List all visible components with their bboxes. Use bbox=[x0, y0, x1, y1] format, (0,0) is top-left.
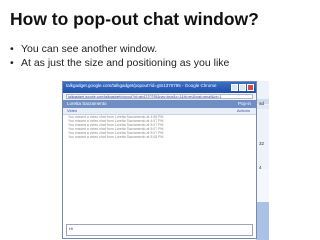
bullet-dot-icon: • bbox=[10, 57, 14, 69]
chat-input[interactable]: Hi bbox=[66, 224, 253, 236]
maximize-icon[interactable] bbox=[239, 84, 246, 91]
actions-menu[interactable]: Actions bbox=[237, 108, 250, 113]
background-label: 4 bbox=[259, 165, 262, 170]
bullet-text: You can see another window. bbox=[21, 43, 158, 55]
chat-contact-name: Loretta Sacramento bbox=[67, 101, 107, 106]
minimize-icon[interactable] bbox=[231, 84, 238, 91]
message-list: You missed a video chat from Loretta Sac… bbox=[68, 115, 251, 140]
chat-message: You missed a video chat from Loretta Sac… bbox=[68, 135, 164, 140]
video-button[interactable]: Video bbox=[67, 108, 77, 113]
chat-header: Loretta Sacramento Pop-in bbox=[63, 100, 256, 108]
slide-title: How to pop-out chat window? bbox=[10, 9, 259, 29]
window-titlebar[interactable]: talkgadget.google.com/talkgadget/popout?… bbox=[63, 82, 256, 93]
bullet-dot-icon: • bbox=[10, 43, 14, 55]
background-label: 32 bbox=[259, 141, 265, 146]
chat-input-value: Hi bbox=[69, 226, 73, 231]
bullet-list: • You can see another window. • At as just… bbox=[10, 42, 229, 70]
chat-toolbar: Video Actions bbox=[63, 108, 256, 115]
bullet-item: • You can see another window. bbox=[10, 42, 229, 56]
background-label: ad bbox=[259, 101, 265, 106]
address-field[interactable]: talkgadget.google.com/talkgadget/popout?… bbox=[66, 94, 253, 99]
bullet-text: At as just the size and positioning as y… bbox=[21, 57, 230, 69]
background-blue-area bbox=[257, 202, 269, 240]
window-controls bbox=[231, 84, 254, 91]
popout-chat-window: talkgadget.google.com/talkgadget/popout?… bbox=[62, 81, 257, 239]
pop-in-button[interactable]: Pop-in bbox=[238, 101, 251, 106]
window-title: talkgadget.google.com/talkgadget/popout?… bbox=[66, 83, 217, 88]
close-icon[interactable] bbox=[247, 84, 254, 91]
background-browser-window: ad 32 4 bbox=[256, 81, 269, 240]
bullet-item: • At as just the size and positioning as … bbox=[10, 56, 229, 70]
